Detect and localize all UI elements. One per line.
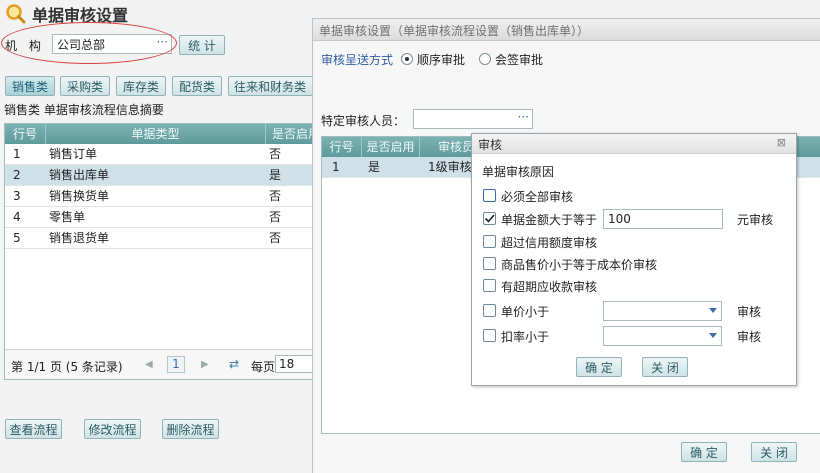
pager-prev-icon[interactable]: ◀ xyxy=(145,359,153,370)
cell-enabled: 否 xyxy=(269,210,282,224)
must-all-checkbox[interactable] xyxy=(483,189,496,202)
refresh-icon[interactable]: ⇄ xyxy=(229,357,239,371)
cell-row-no: 2 xyxy=(13,168,21,182)
audit-close-button[interactable]: 关 闭 xyxy=(642,357,688,377)
overdue-checkbox[interactable] xyxy=(483,279,496,292)
cell-enabled: 是 xyxy=(269,168,282,182)
per-page-label: 每页 xyxy=(251,360,276,374)
tab-sales[interactable]: 销售类 xyxy=(5,76,55,96)
cell-doc-type: 销售订单 xyxy=(49,147,98,161)
amount-suffix: 元审核 xyxy=(737,213,774,227)
dialog-ok-button[interactable]: 确 定 xyxy=(681,442,727,462)
tab-purchase[interactable]: 采购类 xyxy=(60,76,110,96)
dialog-title: 单据审核设置（单据审核流程设置（销售出库单）） xyxy=(319,24,590,38)
credit-checkbox[interactable] xyxy=(483,235,496,248)
table-row[interactable]: 5 销售退货单 否 xyxy=(5,228,315,249)
pager: 第 1/1 页 (5 条记录) ◀ 1 ▶ ⇄ 每页 18 xyxy=(5,349,315,379)
pager-next-icon[interactable]: ▶ xyxy=(201,359,209,370)
approver-field[interactable]: ··· xyxy=(413,109,533,129)
dialog-title-bar: 单据审核设置（单据审核流程设置（销售出库单）） xyxy=(313,19,820,41)
cell-row-no: 1 xyxy=(332,160,340,174)
audit-section-label: 单据审核原因 xyxy=(482,165,555,179)
amount-value: 100 xyxy=(608,212,631,226)
table-row[interactable]: 3 销售换货单 否 xyxy=(5,186,315,207)
must-all-label: 必须全部审核 xyxy=(501,190,574,204)
cell-approver: 1级审核 xyxy=(428,160,472,174)
audit-title-bar: 审核 ⊠ xyxy=(472,134,796,154)
unit-price-suffix: 审核 xyxy=(737,305,762,319)
col-row-no: 行号 xyxy=(5,124,46,144)
cell-doc-type: 零售单 xyxy=(49,210,86,224)
stat-button[interactable]: 统 计 xyxy=(179,35,225,55)
audit-ok-button[interactable]: 确 定 xyxy=(576,357,622,377)
unit-price-combo[interactable] xyxy=(603,301,722,321)
tab-inventory[interactable]: 库存类 xyxy=(116,76,166,96)
cell-row-no: 5 xyxy=(13,231,21,245)
tab-finance[interactable]: 往来和财务类 xyxy=(228,76,318,96)
discount-combo[interactable] xyxy=(603,326,722,346)
summary-label: 销售类 单据审核流程信息摘要 xyxy=(4,103,164,117)
cell-doc-type: 销售退货单 xyxy=(49,231,110,245)
cell-doc-type: 销售换货单 xyxy=(49,189,110,203)
close-icon[interactable]: ⊠ xyxy=(777,136,786,149)
radio-joint[interactable] xyxy=(479,53,491,65)
overdue-label: 有超期应收款审核 xyxy=(501,280,598,294)
cell-enabled: 否 xyxy=(269,231,282,245)
cell-enabled: 否 xyxy=(269,189,282,203)
pager-text: 第 1/1 页 (5 条记录) xyxy=(11,360,123,374)
dialog-close-button[interactable]: 关 闭 xyxy=(751,442,797,462)
price-below-cost-checkbox[interactable] xyxy=(483,257,496,270)
credit-label: 超过信用额度审核 xyxy=(501,236,598,250)
col-row-no: 行号 xyxy=(322,137,362,157)
cell-enabled: 是 xyxy=(368,160,381,174)
chevron-down-icon[interactable] xyxy=(709,333,717,338)
table-row[interactable]: 2 销售出库单 是 xyxy=(5,165,315,186)
unit-price-label: 单价小于 xyxy=(501,305,550,319)
radio-sequential[interactable] xyxy=(401,53,413,65)
cell-enabled: 否 xyxy=(269,147,282,161)
tab-distribution[interactable]: 配货类 xyxy=(172,76,222,96)
radio-sequential-label: 顺序审批 xyxy=(417,53,466,67)
discount-checkbox[interactable] xyxy=(483,329,496,342)
radio-joint-label: 会签审批 xyxy=(495,53,544,67)
audit-dialog: 审核 ⊠ 单据审核原因 必须全部审核 单据金额大于等于 100 元审核 超过信用… xyxy=(471,133,797,386)
col-doc-type: 单据类型 xyxy=(46,124,266,144)
cell-row-no: 4 xyxy=(13,210,21,224)
approver-ellipsis-button[interactable]: ··· xyxy=(518,110,529,124)
table-header: 行号 单据类型 是否启用 xyxy=(5,124,320,144)
send-mode-label: 审核呈送方式 xyxy=(321,53,394,67)
edit-flow-button[interactable]: 修改流程 xyxy=(84,419,141,439)
view-flow-button[interactable]: 查看流程 xyxy=(5,419,62,439)
cell-row-no: 3 xyxy=(13,189,21,203)
amount-label: 单据金额大于等于 xyxy=(501,213,598,227)
chevron-down-icon[interactable] xyxy=(709,308,717,313)
pager-current[interactable]: 1 xyxy=(167,356,185,373)
delete-flow-button[interactable]: 删除流程 xyxy=(162,419,219,439)
audit-title: 审核 xyxy=(478,138,503,152)
unit-price-checkbox[interactable] xyxy=(483,304,496,317)
cell-row-no: 1 xyxy=(13,147,21,161)
table-row[interactable]: 1 销售订单 否 xyxy=(5,144,315,165)
discount-suffix: 审核 xyxy=(737,330,762,344)
cell-doc-type: 销售出库单 xyxy=(49,168,110,182)
price-below-cost-label: 商品售价小于等于成本价审核 xyxy=(501,258,658,272)
amount-input[interactable]: 100 xyxy=(603,209,723,229)
highlight-ellipse xyxy=(1,22,177,64)
table-row[interactable]: 4 零售单 否 xyxy=(5,207,315,228)
search-icon xyxy=(5,3,27,25)
audit-flow-table: 行号 单据类型 是否启用 1 销售订单 否 2 销售出库单 是 3 销售换货单 … xyxy=(4,123,320,380)
per-page-input[interactable]: 18 xyxy=(275,355,315,373)
discount-label: 扣率小于 xyxy=(501,330,550,344)
approver-label: 特定审核人员： xyxy=(321,114,406,128)
col-enabled: 是否启用 xyxy=(362,137,420,157)
amount-checkbox[interactable] xyxy=(483,212,496,225)
